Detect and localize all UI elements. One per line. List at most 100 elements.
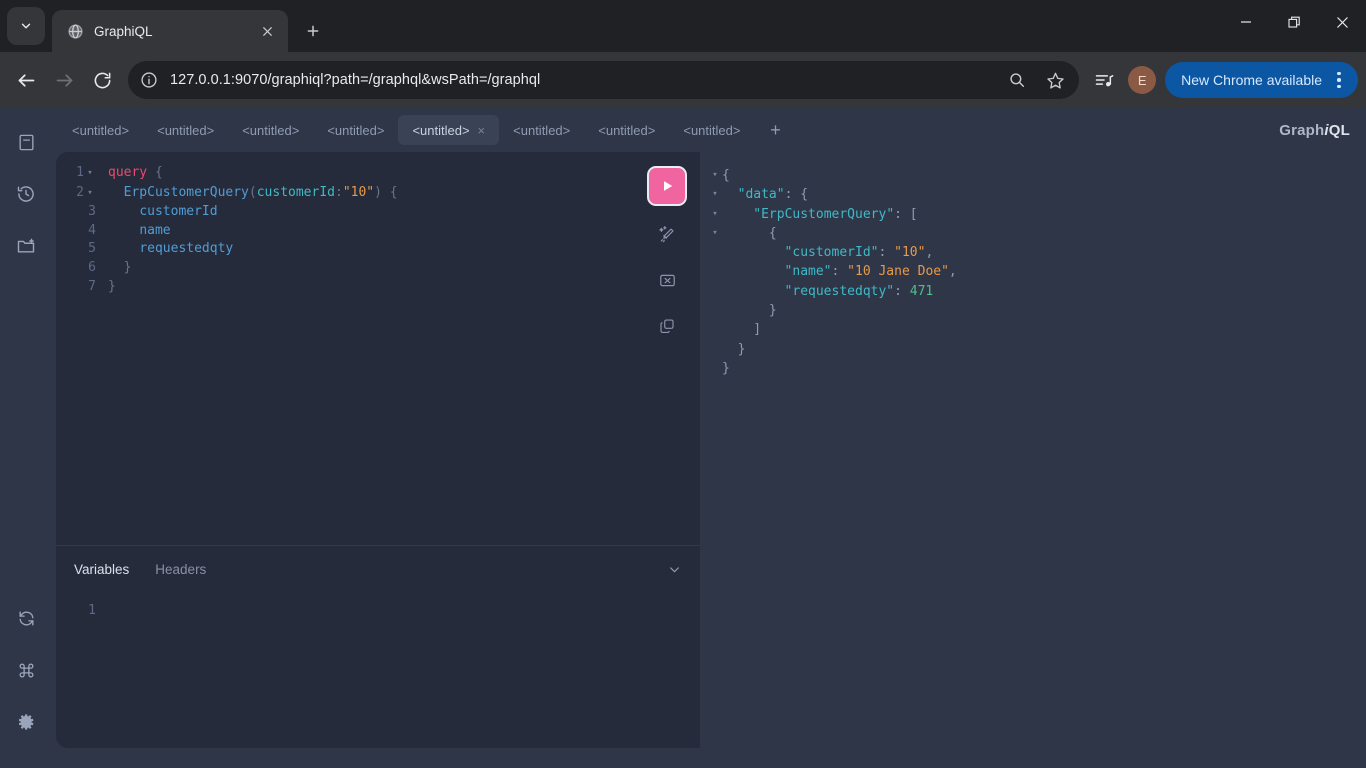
globe-icon — [66, 22, 84, 40]
response-line: "customerId": "10", — [700, 243, 1366, 262]
tab-list-chevron-button[interactable] — [7, 7, 45, 45]
query-editor-pane[interactable]: 1 ▾ query {2 ▾ ErpCustomerQuery(customerId:… — [56, 152, 700, 546]
arrow-right-icon — [56, 73, 72, 87]
new-tab-button[interactable] — [296, 14, 330, 48]
search-icon[interactable] — [1001, 64, 1033, 96]
response-line-code: "ErpCustomerQuery": [ — [753, 206, 918, 222]
forward-button[interactable] — [46, 62, 82, 98]
window-close-button[interactable] — [1318, 0, 1366, 44]
close-icon[interactable] — [256, 20, 278, 42]
avatar[interactable]: E — [1128, 66, 1157, 94]
graphiql-tab-0[interactable]: <untitled> — [58, 115, 143, 145]
graphiql-tab-1[interactable]: <untitled> — [143, 115, 228, 145]
copy-icon — [660, 319, 674, 333]
response-gutter — [700, 282, 722, 301]
response-line: "name": "10 Jane Doe", — [700, 262, 1366, 281]
add-graphiql-tab-button[interactable]: + — [760, 115, 790, 145]
graphiql-tab-5[interactable]: <untitled> — [499, 115, 584, 145]
window-maximize-button[interactable] — [1270, 0, 1318, 44]
graphiql-tab-2[interactable]: <untitled> — [228, 115, 313, 145]
response-line-code: ] — [753, 322, 762, 338]
fold-arrow-icon[interactable]: ▾ — [700, 185, 722, 204]
graphiql-tab-label: <untitled> — [513, 122, 571, 138]
sidebar-item-shortcuts[interactable] — [6, 650, 46, 690]
fold-arrow-icon[interactable]: ▾ — [700, 166, 722, 185]
arrow-left-icon — [18, 73, 34, 87]
sidebar-item-settings[interactable] — [6, 702, 46, 742]
browser-toolbar: 127.0.0.1:9070/graphiql?path=/graphql&ws… — [0, 52, 1366, 108]
prettify-button[interactable] — [649, 216, 685, 252]
media-control-icon[interactable] — [1087, 63, 1121, 97]
graphiql-tab-6[interactable]: <untitled> — [584, 115, 669, 145]
response-line-code: "requestedqty": 471 — [784, 283, 934, 299]
fold-arrow-icon[interactable]: ▾ — [84, 184, 96, 203]
variables-collapse-button[interactable] — [667, 562, 682, 577]
variables-header: Variables Headers — [56, 546, 700, 592]
response-gutter — [700, 359, 722, 378]
line-number: 4 — [88, 222, 96, 238]
gear-icon — [18, 714, 34, 730]
merge-fragments-button[interactable] — [649, 262, 685, 298]
response-pane[interactable]: ▾{▾ "data": {▾ "ErpCustomerQuery": [▾{"cus… — [700, 152, 1366, 748]
chrome-update-label: New Chrome available — [1181, 72, 1322, 88]
browser-tab-graphiql[interactable]: GraphiQL — [52, 10, 288, 52]
folder-plus-icon — [17, 238, 35, 253]
copy-query-button[interactable] — [649, 308, 685, 344]
graphiql-sidebar — [0, 108, 52, 768]
graphiql-tab-label: <untitled> — [72, 122, 130, 138]
graphiql-tabbar: <untitled> <untitled> <untitled> <untitled>… — [52, 108, 1366, 152]
browser-titlebar: GraphiQL — [0, 0, 1366, 52]
response-gutter — [700, 301, 722, 320]
history-clock-icon — [17, 186, 34, 202]
execute-query-button[interactable] — [647, 166, 687, 206]
graphiql-tab-label: <untitled> — [327, 122, 385, 138]
info-circle-icon[interactable] — [134, 65, 164, 95]
response-gutter — [700, 320, 722, 339]
sidebar-item-history[interactable] — [6, 174, 46, 214]
fold-arrow-icon[interactable]: ▾ — [84, 164, 96, 183]
sidebar-item-refetch-schema[interactable] — [6, 598, 46, 638]
graphiql-logo: GraphiQL — [1279, 121, 1350, 139]
refresh-icon — [18, 610, 34, 626]
sidebar-item-docs[interactable] — [6, 122, 46, 162]
line-number: 5 — [88, 241, 96, 257]
address-bar-url: 127.0.0.1:9070/graphiql?path=/graphql&ws… — [170, 72, 541, 88]
variables-editor[interactable]: 1 — [56, 592, 700, 748]
query-line-code: customerId — [139, 204, 218, 220]
sidebar-item-collections[interactable] — [6, 226, 46, 266]
graphiql-tab-3[interactable]: <untitled> — [313, 115, 398, 145]
query-line: 1 ▾ query { — [56, 164, 634, 184]
response-line: "requestedqty": 471 — [700, 282, 1366, 301]
response-line-code: } — [722, 360, 730, 376]
variables-tab-variables[interactable]: Variables — [74, 562, 129, 577]
fold-arrow-icon[interactable]: ▾ — [700, 224, 722, 243]
graphiql-tab-4[interactable]: <untitled> × — [398, 115, 500, 145]
close-icon[interactable]: × — [478, 124, 486, 137]
query-editor[interactable]: 1 ▾ query {2 ▾ ErpCustomerQuery(customerId:… — [56, 152, 634, 545]
variables-line-number: 1 — [88, 603, 96, 618]
response-line-code: "customerId": "10", — [784, 245, 934, 261]
query-line-code: requestedqty — [139, 241, 234, 257]
command-key-icon — [19, 663, 33, 677]
plus-icon — [307, 25, 319, 37]
reload-button[interactable] — [84, 62, 120, 98]
query-line-code: ErpCustomerQuery(customerId:"10") { — [123, 184, 398, 200]
address-bar[interactable]: 127.0.0.1:9070/graphiql?path=/graphql&ws… — [128, 61, 1080, 99]
chrome-update-button[interactable]: New Chrome available — [1165, 62, 1358, 98]
response-line: } — [700, 301, 1366, 320]
window-minimize-button[interactable] — [1222, 0, 1270, 44]
response-line: ] — [700, 320, 1366, 339]
back-button[interactable] — [8, 62, 44, 98]
graphiql-tab-7[interactable]: <untitled> — [669, 115, 754, 145]
kebab-menu-icon[interactable] — [1326, 65, 1352, 95]
graphiql-editor-column: 1 ▾ query {2 ▾ ErpCustomerQuery(customerId:… — [56, 152, 700, 748]
line-number: 6 — [88, 259, 96, 275]
query-line: 2 ▾ ErpCustomerQuery(customerId:"10") { — [56, 184, 634, 204]
line-number: 1 ▾ — [56, 164, 100, 184]
fold-arrow-icon[interactable]: ▾ — [700, 205, 722, 224]
reload-icon — [94, 72, 110, 88]
star-icon[interactable] — [1039, 64, 1071, 96]
variables-tab-headers[interactable]: Headers — [155, 562, 206, 577]
response-line: } — [700, 340, 1366, 359]
merge-fragments-icon — [659, 274, 675, 286]
